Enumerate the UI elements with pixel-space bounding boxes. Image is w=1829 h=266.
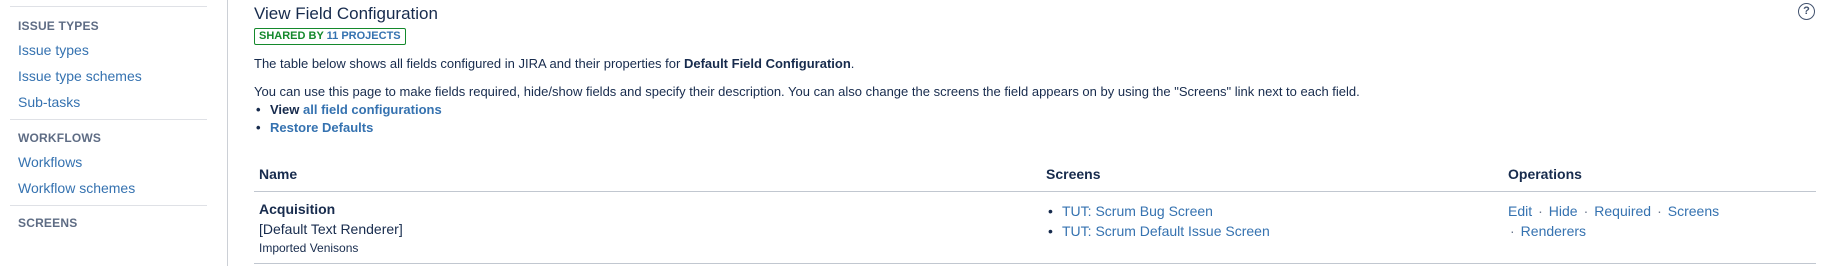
main-content: View Field Configuration ? SHARED BY 11 … [254, 0, 1829, 266]
table-header-divider [254, 191, 1816, 192]
sidebar-heading-issue-types: ISSUE TYPES [18, 19, 99, 33]
restore-defaults-item: Restore Defaults [254, 119, 442, 137]
sidebar-divider [10, 119, 207, 120]
operation-separator: · [1583, 203, 1589, 219]
sidebar-item-workflow-schemes[interactable]: Workflow schemes [18, 180, 135, 196]
field-name: Acquisition [259, 201, 336, 217]
action-links-list: View all field configurations Restore De… [254, 101, 442, 137]
column-header-name: Name [259, 166, 298, 182]
sidebar-item-issue-type-schemes[interactable]: Issue type schemes [18, 68, 142, 84]
sidebar-top-divider [10, 6, 207, 7]
field-screens-list: TUT: Scrum Bug Screen TUT: Scrum Default… [1046, 201, 1270, 241]
operation-separator: · [1657, 203, 1662, 219]
sidebar-heading-screens: SCREENS [18, 216, 78, 230]
screen-list-item: TUT: Scrum Bug Screen [1046, 201, 1270, 221]
shared-project-count[interactable]: 11 PROJECTS [327, 30, 401, 42]
field-description: Imported Venisons [259, 241, 359, 255]
hide-operation-link[interactable]: Hide [1549, 203, 1578, 219]
screen-list-item: TUT: Scrum Default Issue Screen [1046, 221, 1270, 241]
field-configuration-name: Default Field Configuration [683, 56, 851, 71]
description-line-2: You can use this page to make fields req… [254, 84, 1360, 99]
table-row-divider [254, 263, 1816, 264]
shared-by-label: SHARED BY [259, 30, 324, 42]
description-text: The table below shows all fields configu… [254, 56, 684, 71]
description-line-1: The table below shows all fields configu… [254, 56, 854, 71]
view-label: View [270, 102, 300, 117]
question-mark-icon[interactable]: ? [1798, 3, 1815, 20]
field-renderer: [Default Text Renderer] [259, 221, 403, 237]
page-title: View Field Configuration [254, 4, 438, 23]
sidebar-item-workflows[interactable]: Workflows [18, 154, 82, 170]
shared-by-badge[interactable]: SHARED BY 11 PROJECTS [254, 28, 406, 45]
edit-operation-link[interactable]: Edit [1508, 203, 1532, 219]
screen-link-scrum-default-issue[interactable]: TUT: Scrum Default Issue Screen [1062, 223, 1270, 239]
sidebar-item-sub-tasks[interactable]: Sub-tasks [18, 94, 80, 110]
view-all-configurations-item: View all field configurations [254, 101, 442, 119]
field-operations: Edit · Hide · Required · Screens · Renderers [1508, 201, 1768, 241]
all-field-configurations-link[interactable]: all field configurations [303, 102, 442, 117]
screens-operation-link[interactable]: Screens [1668, 203, 1719, 219]
operation-separator: · [1510, 223, 1515, 239]
sidebar-divider [10, 205, 207, 206]
operation-separator: · [1538, 203, 1543, 219]
required-operation-link[interactable]: Required [1594, 203, 1651, 219]
restore-defaults-link[interactable]: Restore Defaults [270, 120, 373, 135]
column-header-operations: Operations [1508, 166, 1582, 182]
description-period: . [850, 56, 855, 71]
admin-sidebar: ISSUE TYPES Issue types Issue type schem… [0, 0, 228, 266]
sidebar-item-issue-types[interactable]: Issue types [18, 42, 89, 58]
screen-link-scrum-bug[interactable]: TUT: Scrum Bug Screen [1062, 203, 1213, 219]
column-header-screens: Screens [1046, 166, 1101, 182]
sidebar-heading-workflows: WORKFLOWS [18, 131, 102, 145]
renderers-operation-link[interactable]: Renderers [1521, 223, 1586, 239]
